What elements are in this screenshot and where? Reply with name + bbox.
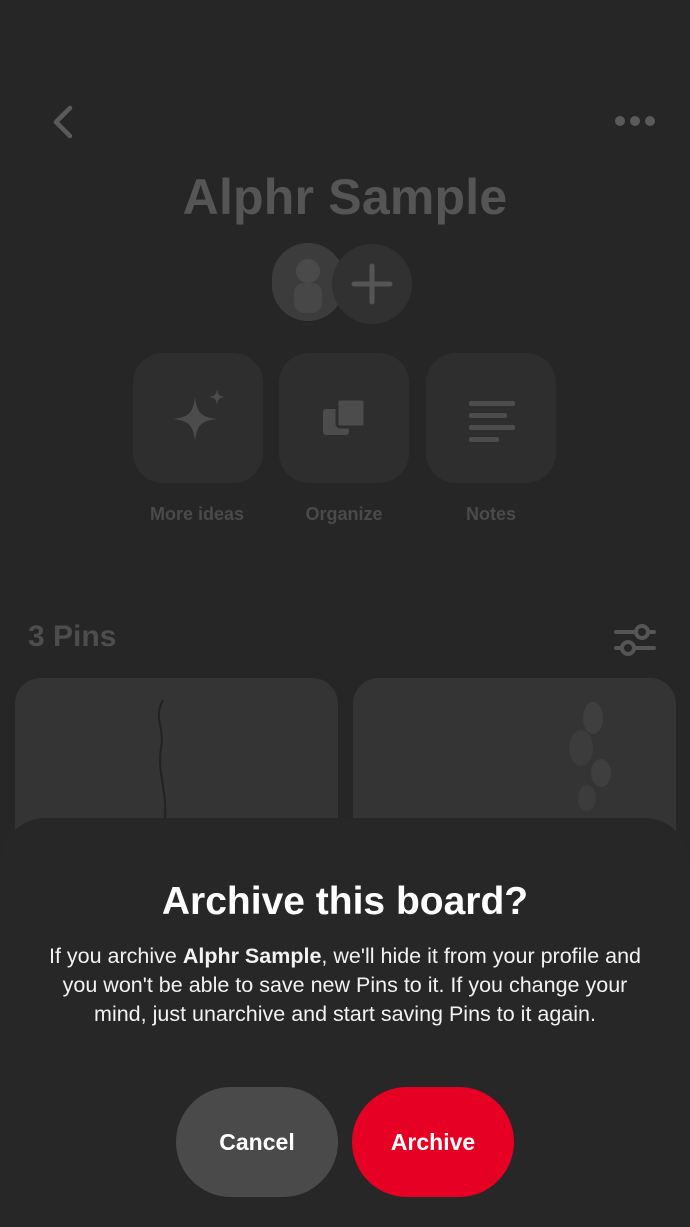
filter-button[interactable] <box>612 620 658 660</box>
sliders-icon <box>614 624 656 656</box>
more-options-button[interactable] <box>612 108 658 134</box>
dialog-board-name: Alphr Sample <box>182 944 322 968</box>
notes-icon <box>469 401 515 442</box>
organize-icon <box>323 397 367 435</box>
more-ideas-button[interactable] <box>133 353 263 483</box>
organize-button[interactable] <box>279 353 409 483</box>
board-title: Alphr Sample <box>182 169 508 225</box>
dialog-message: If you archive Alphr Sample, we'll hide … <box>40 942 650 1029</box>
back-button[interactable] <box>44 100 84 144</box>
plus-icon <box>351 263 393 305</box>
notes-label: Notes <box>465 504 516 524</box>
archive-button[interactable]: Archive <box>352 1087 514 1197</box>
more-ideas-label: More ideas <box>149 504 245 524</box>
more-dots-icon <box>615 116 655 126</box>
chevron-left-icon <box>53 105 73 139</box>
add-collaborator-button[interactable] <box>332 244 412 324</box>
cancel-button[interactable]: Cancel <box>176 1087 338 1197</box>
dialog-message-prefix: If you archive <box>48 944 183 968</box>
dialog-title: Archive this board? <box>161 880 529 923</box>
notes-button[interactable] <box>426 353 556 483</box>
organize-label: Organize <box>305 504 383 524</box>
sparkle-icon <box>173 389 225 441</box>
pins-count: 3 Pins <box>28 620 117 653</box>
